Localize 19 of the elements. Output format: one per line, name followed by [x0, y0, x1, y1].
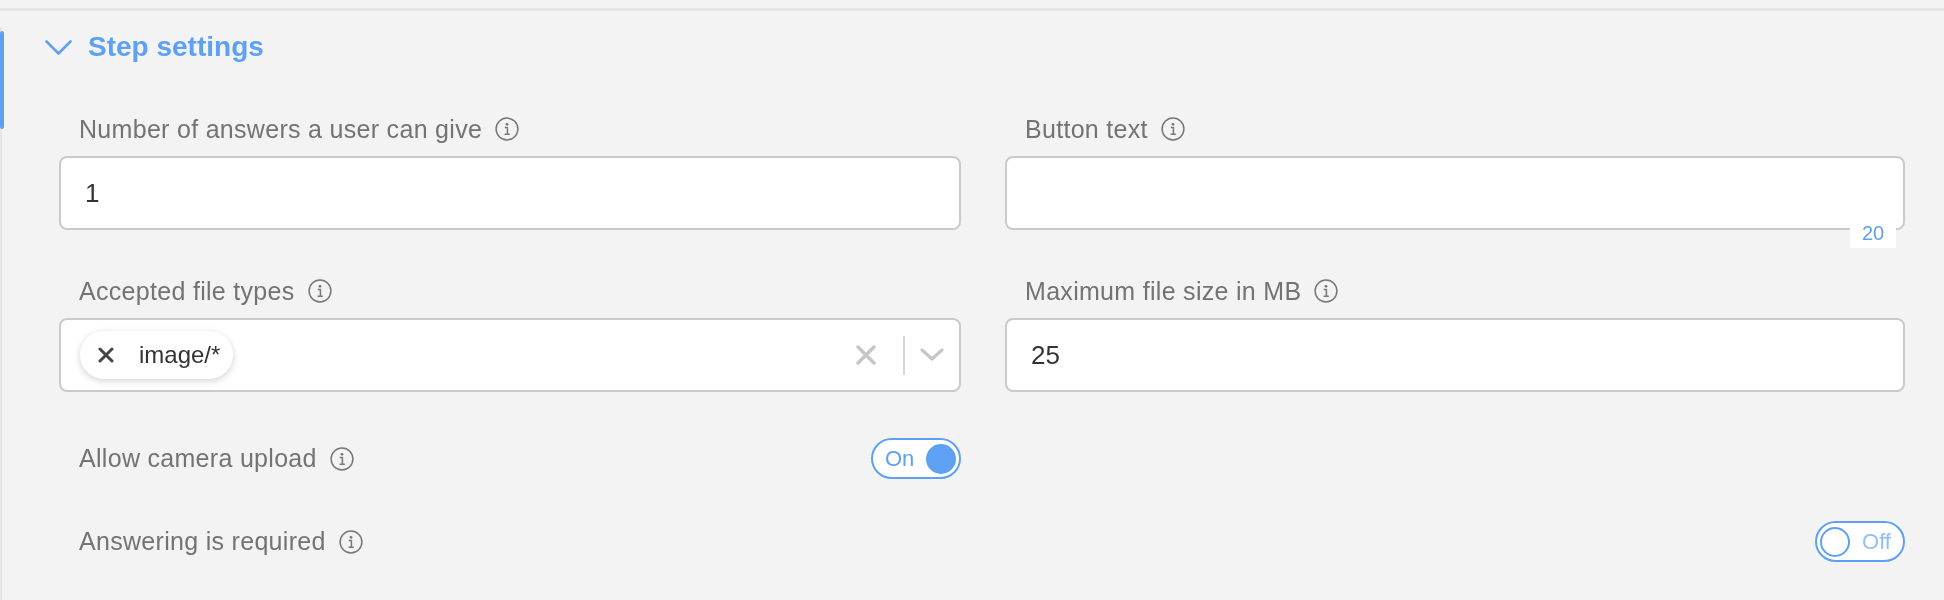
toggle-knob: [926, 443, 956, 474]
info-icon[interactable]: [338, 529, 363, 554]
field-label: Maximum file size in MB: [1025, 276, 1302, 306]
info-icon[interactable]: [1314, 279, 1339, 303]
toggle-knob: [1820, 526, 1850, 557]
input-field[interactable]: 1: [59, 156, 961, 230]
input-field[interactable]: 25: [1005, 318, 1905, 392]
field-label: Answering is required: [79, 527, 326, 556]
field-label: Button text: [1025, 114, 1148, 144]
multi-select-field[interactable]: image/*: [59, 318, 961, 392]
info-icon[interactable]: [307, 279, 332, 303]
info-icon[interactable]: [495, 117, 520, 141]
info-icon[interactable]: [1160, 117, 1185, 141]
field-label: Number of answers a user can give: [79, 114, 483, 144]
close-icon[interactable]: [98, 347, 114, 363]
field-label: Accepted file types: [79, 276, 295, 306]
info-icon[interactable]: [329, 446, 354, 471]
field-label: Allow camera upload: [79, 444, 317, 473]
tag-label: image/*: [139, 341, 221, 369]
